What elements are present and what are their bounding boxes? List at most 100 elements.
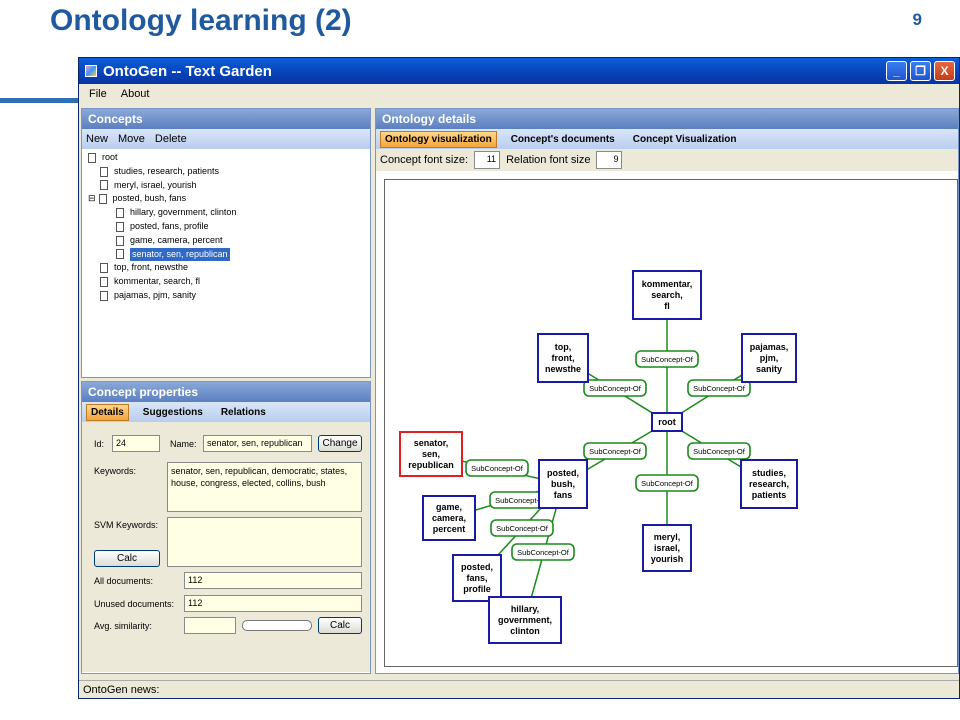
tab-concept-visualization[interactable]: Concept Visualization [629, 132, 741, 147]
all-documents-label: All documents: [94, 576, 154, 586]
document-icon [100, 263, 108, 274]
svg-text:SubConcept-Of: SubConcept-Of [517, 548, 570, 557]
tab-relations[interactable]: Relations [217, 405, 270, 420]
id-field[interactable]: 24 [112, 435, 160, 452]
tree-item[interactable]: meryl, israel, yourish [88, 179, 370, 193]
relation-label: SubConcept-Of [635, 350, 699, 368]
concept-node-senator[interactable]: senator,sen,republican [399, 431, 463, 477]
svg-text:research,: research, [749, 479, 789, 489]
menu-file[interactable]: File [89, 88, 107, 100]
relation-label: SubConcept-Of [583, 379, 647, 397]
tab-concept-documents[interactable]: Concept's documents [507, 132, 619, 147]
document-icon [98, 194, 107, 205]
relation-label: SubConcept-Of [490, 519, 554, 537]
tab-suggestions[interactable]: Suggestions [139, 405, 207, 420]
svg-text:search,: search, [651, 290, 683, 300]
change-button[interactable]: Change [318, 435, 362, 452]
maximize-button[interactable]: ❐ [910, 61, 931, 81]
tree-item[interactable]: top, front, newsthe [88, 261, 370, 275]
properties-panel: Concept properties Details Suggestions R… [81, 381, 371, 674]
concept-node-pajamas[interactable]: pajamas,pjm,sanity [741, 333, 797, 383]
tree-item[interactable]: pajamas, pjm, sanity [88, 289, 370, 303]
svg-text:fl: fl [664, 301, 670, 311]
concept-font-field[interactable]: 11 [474, 151, 501, 169]
keywords-field[interactable]: senator, sen, republican, democratic, st… [167, 462, 362, 512]
tab-ontology-visualization[interactable]: Ontology visualization [380, 130, 497, 148]
svg-text:sanity: sanity [756, 364, 782, 374]
svg-text:sen,: sen, [422, 449, 440, 459]
concept-node-root[interactable]: root [651, 412, 683, 432]
svg-text:SubConcept-Of: SubConcept-Of [693, 384, 746, 393]
concepts-toolbar: New Move Delete [82, 129, 370, 149]
tree-item[interactable]: root [88, 151, 370, 165]
concept-node-meryl[interactable]: meryl,israel,yourish [642, 524, 692, 572]
concept-font-label: Concept font size: [380, 154, 469, 166]
tab-details[interactable]: Details [86, 403, 129, 421]
tree-item[interactable]: studies, research, patients [88, 165, 370, 179]
concept-node-top[interactable]: top,front,newsthe [537, 333, 589, 383]
slide-number: 9 [912, 10, 922, 29]
tree-item-label: root [102, 152, 118, 162]
status-bar: OntoGen news: [79, 680, 959, 698]
close-button[interactable]: X [934, 61, 955, 81]
concept-node-hillary[interactable]: hillary,government,clinton [488, 596, 562, 644]
tree-item[interactable]: game, camera, percent [88, 234, 370, 248]
svg-text:posted,: posted, [461, 562, 493, 572]
svg-text:republican: republican [408, 460, 454, 470]
name-field[interactable]: senator, sen, republican [203, 435, 312, 452]
tree-item[interactable]: hillary, government, clinton [88, 206, 370, 220]
app-icon [85, 65, 97, 77]
svg-text:game,: game, [436, 502, 462, 512]
calc-button[interactable]: Calc [94, 550, 160, 567]
svg-text:SubConcept-Of: SubConcept-Of [471, 464, 524, 473]
relation-label: SubConcept-Of [465, 459, 529, 477]
avg-similarity-field[interactable] [184, 617, 236, 634]
calc-similarity-button[interactable]: Calc [318, 617, 362, 634]
menu-about[interactable]: About [121, 88, 150, 100]
relation-font-field[interactable]: 9 [596, 151, 623, 169]
svg-text:posted,: posted, [547, 468, 579, 478]
decorative-line [0, 98, 80, 103]
svg-text:front,: front, [552, 353, 575, 363]
svg-text:bush,: bush, [551, 479, 575, 489]
tree-item[interactable]: posted, fans, profile [88, 220, 370, 234]
document-icon [116, 235, 124, 246]
window-titlebar[interactable]: OntoGen -- Text Garden _ ❐ X [79, 58, 959, 84]
document-icon [100, 290, 108, 301]
concept-node-kommentar[interactable]: kommentar,search,fl [632, 270, 702, 320]
tree-item[interactable]: ⊟ posted, bush, fans [88, 192, 370, 206]
minimize-button[interactable]: _ [886, 61, 907, 81]
ontology-graph-canvas[interactable]: SubConcept-Of SubConcept-Of SubConcept-Of S… [384, 179, 958, 667]
svg-text:israel,: israel, [654, 543, 680, 553]
name-label: Name: [170, 439, 197, 449]
svg-text:fans,: fans, [466, 573, 487, 583]
concept-node-postedfans[interactable]: posted,fans,profile [452, 554, 502, 602]
status-label: OntoGen news: [83, 684, 160, 696]
svg-text:pajamas,: pajamas, [750, 342, 789, 352]
svg-text:SubConcept-Of: SubConcept-Of [693, 447, 746, 456]
collapse-icon[interactable]: ⊟ [88, 192, 96, 206]
window-title: OntoGen -- Text Garden [103, 62, 272, 80]
svm-keywords-field[interactable] [167, 517, 362, 567]
move-button[interactable]: Move [118, 133, 145, 145]
svg-text:pjm,: pjm, [760, 353, 779, 363]
tree-item[interactable]: senator, sen, republican [88, 247, 370, 262]
svm-keywords-label: SVM Keywords: [94, 520, 159, 530]
concepts-panel: Concepts New Move Delete root studies, re… [81, 108, 371, 378]
document-icon [116, 221, 124, 232]
concept-node-posted[interactable]: posted,bush,fans [538, 459, 588, 509]
relation-font-label: Relation font size [506, 154, 591, 166]
tree-item[interactable]: kommentar, search, fl [88, 275, 370, 289]
concept-node-studies[interactable]: studies,research,patients [740, 459, 798, 509]
search-document-icon [116, 249, 124, 260]
relation-label: SubConcept-Of [687, 442, 751, 460]
tree-item-label: senator, sen, republican [130, 247, 230, 262]
relation-label: SubConcept-Of [635, 474, 699, 492]
concept-node-game[interactable]: game,camera,percent [422, 495, 476, 541]
all-documents-field[interactable]: 112 [184, 572, 362, 589]
delete-button[interactable]: Delete [155, 133, 187, 145]
svg-text:clinton: clinton [510, 626, 540, 636]
unused-documents-field[interactable]: 112 [184, 595, 362, 612]
new-button[interactable]: New [86, 133, 108, 145]
tree-item-label: pajamas, pjm, sanity [114, 289, 197, 300]
